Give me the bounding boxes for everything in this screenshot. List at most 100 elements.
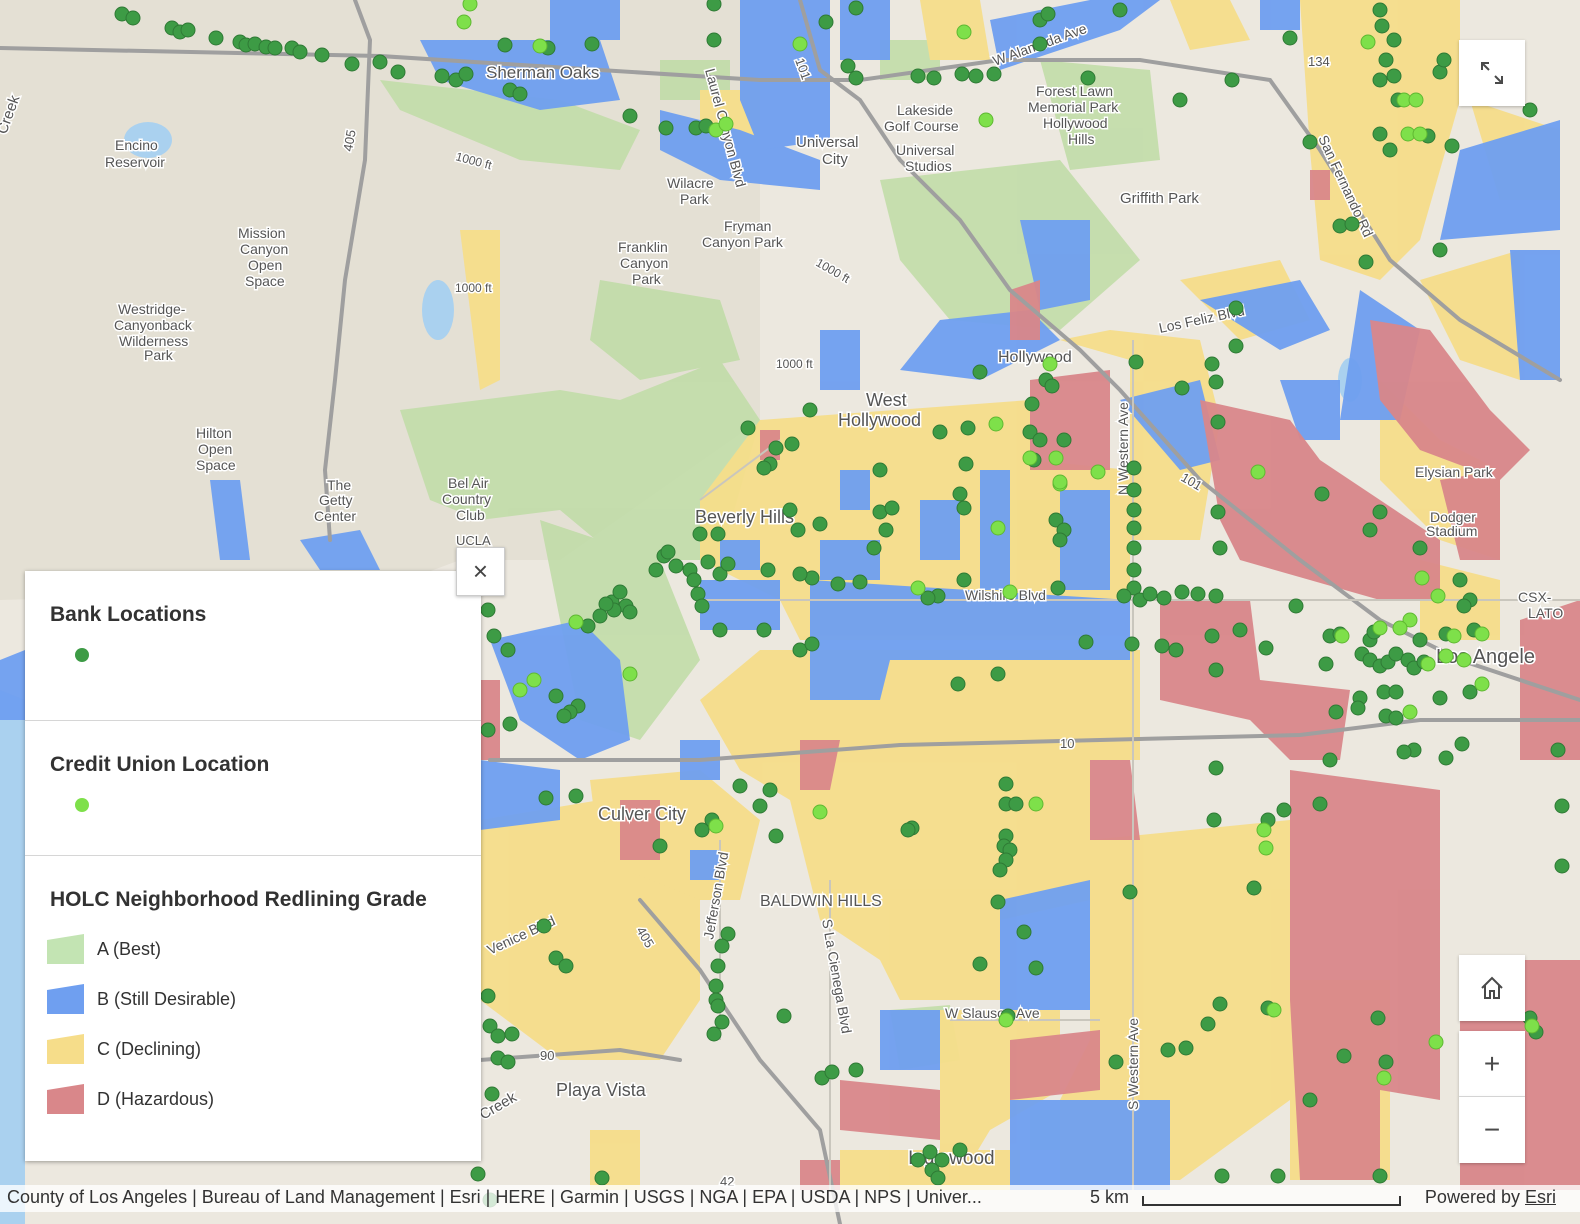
credit-union-location-point[interactable] (988, 416, 1004, 432)
bank-location-point[interactable] (344, 56, 360, 72)
bank-location-point[interactable] (486, 628, 502, 644)
bank-location-point[interactable] (1328, 704, 1344, 720)
credit-union-location-point[interactable] (1438, 648, 1454, 664)
bank-location-point[interactable] (752, 798, 768, 814)
bank-location-point[interactable] (1550, 742, 1566, 758)
bank-location-point[interactable] (1228, 300, 1244, 316)
bank-location-point[interactable] (784, 436, 800, 452)
bank-location-point[interactable] (490, 1028, 506, 1044)
credit-union-location-point[interactable] (1052, 474, 1068, 490)
bank-location-point[interactable] (1378, 52, 1394, 68)
bank-location-point[interactable] (292, 44, 308, 60)
bank-location-point[interactable] (1322, 752, 1338, 768)
bank-location-point[interactable] (708, 978, 724, 994)
bank-location-point[interactable] (830, 576, 846, 592)
bank-location-point[interactable] (1212, 540, 1228, 556)
credit-union-location-point[interactable] (1250, 464, 1266, 480)
bank-location-point[interactable] (956, 500, 972, 516)
bank-location-point[interactable] (1214, 1168, 1230, 1184)
bank-location-point[interactable] (1178, 1040, 1194, 1056)
bank-location-point[interactable] (1160, 1042, 1176, 1058)
bank-location-point[interactable] (840, 58, 856, 74)
bank-location-point[interactable] (930, 1170, 946, 1186)
bank-location-point[interactable] (1154, 638, 1170, 654)
bank-location-point[interactable] (972, 956, 988, 972)
credit-union-location-point[interactable] (1428, 1034, 1444, 1050)
bank-location-point[interactable] (934, 1152, 950, 1168)
bank-location-point[interactable] (1122, 884, 1138, 900)
bank-location-point[interactable] (1372, 2, 1388, 18)
bank-location-point[interactable] (1372, 72, 1388, 88)
bank-location-point[interactable] (1210, 504, 1226, 520)
bank-location-point[interactable] (1412, 632, 1428, 648)
bank-location-point[interactable] (926, 70, 942, 86)
bank-location-point[interactable] (872, 462, 888, 478)
bank-location-point[interactable] (1314, 486, 1330, 502)
bank-location-point[interactable] (998, 776, 1014, 792)
bank-location-point[interactable] (776, 1008, 792, 1024)
bank-location-point[interactable] (372, 54, 388, 70)
bank-location-point[interactable] (900, 822, 916, 838)
bank-location-point[interactable] (1438, 750, 1454, 766)
credit-union-location-point[interactable] (532, 38, 548, 54)
credit-union-location-point[interactable] (792, 36, 808, 52)
bank-location-point[interactable] (1444, 138, 1460, 154)
bank-location-point[interactable] (484, 1086, 500, 1102)
credit-union-location-point[interactable] (990, 520, 1006, 536)
bank-location-point[interactable] (950, 676, 966, 692)
bank-location-point[interactable] (1288, 598, 1304, 614)
credit-union-location-point[interactable] (1430, 588, 1446, 604)
bank-location-point[interactable] (1142, 586, 1158, 602)
bank-location-point[interactable] (1126, 540, 1142, 556)
credit-union-location-point[interactable] (1256, 822, 1272, 838)
bank-location-point[interactable] (706, 1026, 722, 1042)
bank-location-point[interactable] (556, 708, 572, 724)
bank-location-point[interactable] (710, 958, 726, 974)
bank-location-point[interactable] (910, 1152, 926, 1168)
bank-location-point[interactable] (1124, 636, 1140, 652)
bank-location-point[interactable] (1032, 36, 1048, 52)
bank-location-point[interactable] (712, 622, 728, 638)
bank-location-point[interactable] (1432, 690, 1448, 706)
bank-location-point[interactable] (1302, 134, 1318, 150)
bank-location-point[interactable] (714, 1014, 730, 1030)
bank-location-point[interactable] (568, 788, 584, 804)
credit-union-location-point[interactable] (1474, 626, 1490, 642)
bank-location-point[interactable] (954, 66, 970, 82)
bank-location-point[interactable] (1052, 532, 1068, 548)
bank-location-point[interactable] (1208, 662, 1224, 678)
bank-location-point[interactable] (652, 838, 668, 854)
bank-location-point[interactable] (584, 36, 600, 52)
credit-union-location-point[interactable] (718, 116, 734, 132)
bank-location-point[interactable] (804, 636, 820, 652)
bank-location-point[interactable] (952, 1142, 968, 1158)
home-button[interactable] (1459, 955, 1525, 1021)
bank-location-point[interactable] (622, 604, 638, 620)
bank-location-point[interactable] (1208, 588, 1224, 604)
bank-location-point[interactable] (1190, 586, 1206, 602)
bank-location-point[interactable] (1028, 960, 1044, 976)
bank-location-point[interactable] (1336, 1048, 1352, 1064)
bank-location-point[interactable] (668, 558, 684, 574)
bank-location-point[interactable] (480, 602, 496, 618)
credit-union-location-point[interactable] (1402, 704, 1418, 720)
bank-location-point[interactable] (1554, 858, 1570, 874)
bank-location-point[interactable] (1358, 254, 1374, 270)
bank-location-point[interactable] (878, 522, 894, 538)
credit-union-location-point[interactable] (1360, 34, 1376, 50)
bank-location-point[interactable] (910, 68, 926, 84)
credit-union-location-point[interactable] (512, 682, 528, 698)
bank-location-point[interactable] (622, 108, 638, 124)
credit-union-location-point[interactable] (1446, 628, 1462, 644)
credit-union-location-point[interactable] (622, 666, 638, 682)
bank-location-point[interactable] (1208, 760, 1224, 776)
credit-union-location-point[interactable] (1266, 1002, 1282, 1018)
bank-location-point[interactable] (720, 556, 736, 572)
bank-location-point[interactable] (848, 1062, 864, 1078)
esri-link[interactable]: Esri (1525, 1187, 1556, 1207)
bank-location-point[interactable] (1386, 68, 1402, 84)
bank-location-point[interactable] (1206, 812, 1222, 828)
bank-location-point[interactable] (1174, 584, 1190, 600)
bank-location-point[interactable] (1350, 700, 1366, 716)
bank-location-point[interactable] (1174, 380, 1190, 396)
